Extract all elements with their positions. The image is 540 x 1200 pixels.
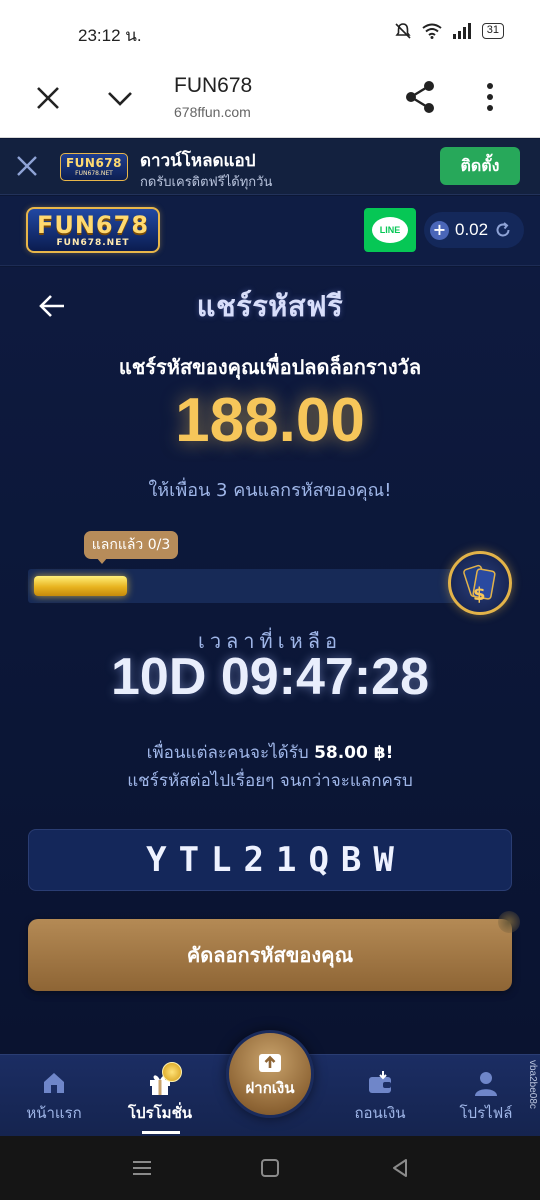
side-id-text: vba2be08c (527, 1060, 538, 1109)
android-nav-bar (0, 1136, 540, 1200)
battery-indicator: 31 (481, 23, 504, 39)
browser-url[interactable]: 678ffun.com (174, 104, 251, 120)
progress-badge-pointer (96, 557, 108, 564)
banner-subtitle: กดรับเครดิตฟรีได้ทุกวัน (140, 175, 273, 190)
app-download-banner: FUN678 FUN678.NET ดาวน์โหลดแอป กดรับเครด… (0, 139, 540, 195)
signal-icon (452, 23, 471, 39)
nav-profile[interactable]: โปรไฟล์ (436, 1069, 536, 1125)
chevron-down-icon[interactable] (106, 84, 134, 112)
page-title: แชร์รหัสฟรี (196, 289, 344, 323)
reward-amount: 188.00 (175, 386, 365, 455)
nav-promotion-label: โปรโมชั่น (127, 1104, 192, 1122)
nav-home[interactable]: หน้าแรก (4, 1069, 104, 1125)
close-icon[interactable] (34, 84, 62, 112)
share-code-page: แชร์รหัสฟรี แชร์รหัสของคุณเพื่อปลดล็อกรา… (0, 267, 540, 1054)
copy-code-button[interactable]: คัดลอกรหัสของคุณ (28, 919, 512, 991)
more-vert-icon[interactable] (480, 82, 500, 112)
refresh-icon[interactable] (494, 221, 512, 239)
active-tab-indicator (142, 1131, 180, 1134)
banner-logo: FUN678 FUN678.NET (60, 153, 128, 181)
coin-badge-icon (162, 1062, 182, 1082)
status-time: 23:12 น. (78, 26, 142, 45)
mute-bell-icon (395, 23, 411, 39)
friend-reward-text: เพื่อนแต่ละคนจะได้รับ (146, 743, 315, 763)
banner-logo-subtext: FUN678.NET (75, 170, 113, 177)
recent-apps-icon[interactable] (128, 1154, 156, 1182)
banner-close-icon[interactable] (14, 153, 40, 179)
share-headline: แชร์รหัสของคุณเพื่อปลดล็อกรางวัล (118, 355, 422, 379)
site-logo-subtext: FUN678.NET (56, 238, 130, 248)
nav-withdraw-label: ถอนเงิน (354, 1104, 406, 1122)
site-logo[interactable]: FUN678 FUN678.NET (26, 207, 160, 253)
line-button[interactable]: LINE (364, 208, 416, 252)
browser-page-title: FUN678 (174, 74, 253, 97)
user-icon (475, 1072, 497, 1096)
wifi-icon (422, 23, 442, 39)
nav-profile-label: โปรไฟล์ (459, 1104, 513, 1122)
back-triangle-icon[interactable] (386, 1154, 414, 1182)
progress-bar (28, 569, 482, 603)
reward-badge: $ (448, 551, 512, 615)
add-credit-icon[interactable]: + (430, 220, 449, 240)
countdown-timer: 10D 09:47:28 (111, 648, 429, 706)
share-code-box[interactable]: YTL21QBW (28, 829, 512, 891)
site-logo-text: FUN678 (36, 211, 150, 239)
share-code: YTL21QBW (146, 840, 406, 880)
balance-widget[interactable]: + 0.02 (424, 212, 524, 248)
deposit-box-icon (259, 1054, 281, 1072)
home-square-icon[interactable] (256, 1154, 284, 1182)
friend-reward-amount: 58.00 ฿! (314, 743, 394, 763)
banner-logo-text: FUN678 (65, 156, 123, 170)
friend-reward-info: เพื่อนแต่ละคนจะได้รับ 58.00 ฿! (0, 739, 540, 766)
browser-toolbar: FUN678 678ffun.com (0, 62, 540, 138)
nav-withdraw[interactable]: ถอนเงิน (330, 1069, 430, 1125)
sparkle-decoration (498, 911, 520, 933)
site-header: FUN678 FUN678.NET LINE + 0.02 (0, 196, 540, 266)
status-bar: 23:12 น. 31 (0, 0, 540, 62)
install-button[interactable]: ติดตั้ง (440, 147, 520, 185)
invite-requirement: ให้เพื่อน 3 คนแลกรหัสของคุณ! (148, 480, 392, 501)
wallet-icon (369, 1071, 391, 1093)
nav-promotion[interactable]: โปรโมชั่น (110, 1069, 210, 1125)
keep-sharing-info: แชร์รหัสต่อไปเรื่อยๆ จนกว่าจะแลกครบ (127, 771, 413, 791)
share-icon[interactable] (404, 80, 436, 114)
balance-value: 0.02 (455, 220, 489, 239)
nav-deposit-button[interactable]: ฝากเงิน (226, 1030, 314, 1118)
money-card-icon: $ (463, 564, 496, 605)
banner-title: ดาวน์โหลดแอป (140, 151, 256, 171)
progress-bar-fill (34, 576, 127, 596)
home-icon (44, 1073, 64, 1093)
svg-text:$: $ (473, 584, 486, 605)
status-icons: 31 (394, 22, 504, 40)
line-icon: LINE (372, 217, 408, 243)
progress-badge: แลกแล้ว 0/3 (84, 531, 178, 559)
nav-deposit-label: ฝากเงิน (245, 1079, 295, 1097)
nav-home-label: หน้าแรก (26, 1104, 82, 1122)
